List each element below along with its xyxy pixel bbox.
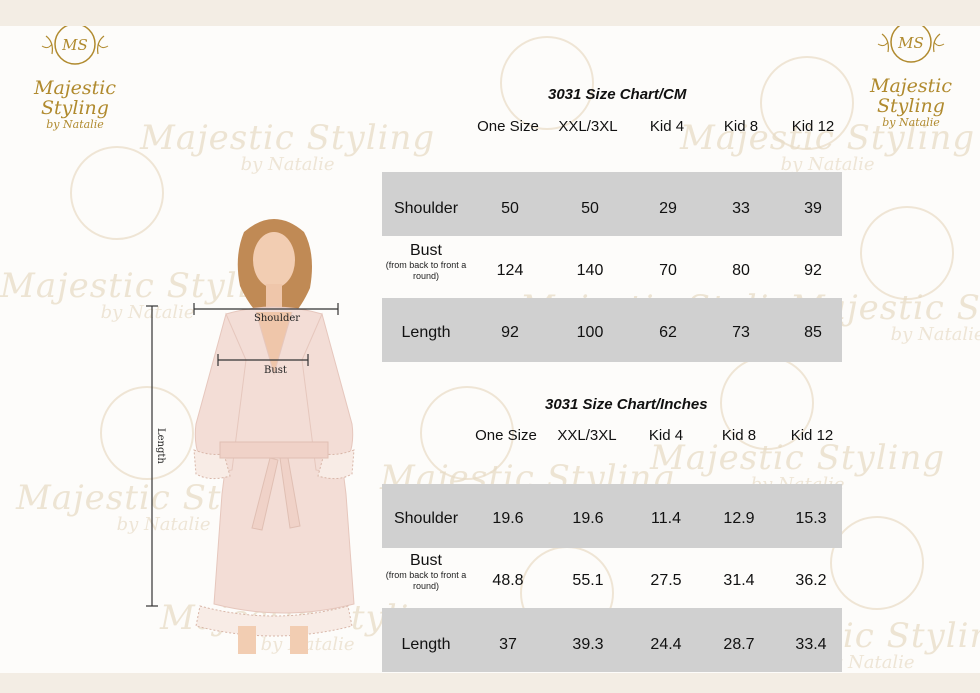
cell-value: 73 [732, 324, 750, 341]
cm-col-kid-8: Kid 8 [723, 118, 759, 135]
cell-value: 29 [659, 200, 677, 217]
bottom-band [0, 673, 980, 693]
cell-value: 92 [804, 262, 822, 279]
logo-brand-name: Majestic Styling [33, 77, 117, 119]
cell-value: 24.4 [650, 636, 682, 653]
brand-logo-left: MS Majestic Styling by Natalie [4, 26, 146, 131]
cell-value: 33 [732, 200, 750, 217]
cell-value: 140 [576, 262, 604, 279]
inch-row-bust: Bust (from back to front a round) 48.8 5… [382, 548, 842, 612]
cell-value: 48.8 [492, 572, 524, 589]
row-label: Shoulder [393, 200, 459, 217]
logo-monogram: MS [61, 36, 88, 54]
cell-value: 12.9 [723, 510, 755, 527]
cell-value: 33.4 [795, 636, 827, 653]
cell-value: 39 [804, 200, 822, 217]
bust-measure-label: Bust [264, 365, 287, 376]
cell-value: 92 [501, 324, 519, 341]
cell-value: 36.2 [795, 572, 827, 589]
watermark-ring [70, 146, 164, 240]
watermark-text: Majestic Stylingby Natalie [140, 118, 436, 175]
crown-monogram-icon: MS [41, 26, 109, 65]
cell-value: 50 [581, 200, 599, 217]
inch-chart-title: 3031 Size Chart/Inches [545, 396, 708, 413]
row-label: Bust (from back to front a round) [382, 242, 470, 282]
row-label-note: (from back to front a round) [385, 260, 467, 281]
row-label-text: Bust [409, 242, 442, 259]
cell-value: 80 [732, 262, 750, 279]
cell-value: 39.3 [572, 636, 604, 653]
row-label: Shoulder [393, 510, 459, 527]
watermark-ring [860, 206, 954, 300]
cell-value: 50 [501, 200, 519, 217]
inch-col-one-size: One Size [475, 427, 537, 444]
crown-monogram-icon: MS [877, 26, 945, 63]
inch-row-shoulder: Shoulder 19.6 19.6 11.4 12.9 15.3 [382, 484, 842, 548]
inch-col-kid-12: Kid 12 [790, 427, 834, 444]
shoulder-measure-label: Shoulder [254, 313, 301, 324]
cm-col-kid-4: Kid 4 [649, 118, 685, 135]
cm-row-shoulder: Shoulder 50 50 29 33 39 [382, 172, 842, 236]
cell-value: 124 [496, 262, 524, 279]
cell-value: 27.5 [650, 572, 682, 589]
inch-col-kid-8: Kid 8 [721, 427, 757, 444]
watermark-ring [500, 36, 594, 130]
length-measure-label: Length [155, 428, 166, 464]
cell-value: 62 [659, 324, 677, 341]
logo-byline: by Natalie [882, 116, 940, 129]
row-label-text: Bust [409, 552, 442, 569]
cell-value: 28.7 [723, 636, 755, 653]
cm-col-kid-12: Kid 12 [791, 118, 835, 135]
inch-col-xxl-3xl: XXL/3XL [557, 427, 617, 444]
inch-col-kid-4: Kid 4 [648, 427, 684, 444]
cell-value: 70 [659, 262, 677, 279]
cm-col-one-size: One Size [477, 118, 539, 135]
cm-chart-title: 3031 Size Chart/CM [548, 86, 687, 103]
logo-monogram: MS [897, 34, 924, 52]
cell-value: 19.6 [572, 510, 604, 527]
cell-value: 37 [499, 636, 517, 653]
row-label-note: (from back to front a round) [385, 570, 467, 591]
inch-row-length: Length 37 39.3 24.4 28.7 33.4 [382, 608, 842, 672]
cell-value: 31.4 [723, 572, 755, 589]
logo-byline: by Natalie [46, 118, 104, 131]
logo-brand-name: Majestic Styling [869, 75, 953, 117]
brand-logo-right: MS Majestic Styling by Natalie [840, 26, 980, 129]
cm-row-bust: Bust (from back to front a round) 124 14… [382, 236, 842, 300]
cell-value: 55.1 [572, 572, 604, 589]
row-label: Length [401, 636, 451, 653]
cm-row-length: Length 92 100 62 73 85 [382, 298, 842, 362]
cell-value: 19.6 [492, 510, 524, 527]
row-label: Bust (from back to front a round) [382, 552, 470, 592]
measurement-guides [146, 303, 339, 607]
row-label: Length [401, 324, 451, 341]
cell-value: 100 [576, 324, 604, 341]
top-band [0, 0, 980, 26]
cm-col-xxl-3xl: XXL/3XL [558, 118, 618, 135]
size-chart-canvas: Majestic Styling by Natalie Majestic Styl… [0, 26, 980, 673]
watermark-ring [830, 516, 924, 610]
cell-value: 15.3 [795, 510, 827, 527]
cell-value: 85 [804, 324, 822, 341]
cell-value: 11.4 [651, 510, 681, 527]
